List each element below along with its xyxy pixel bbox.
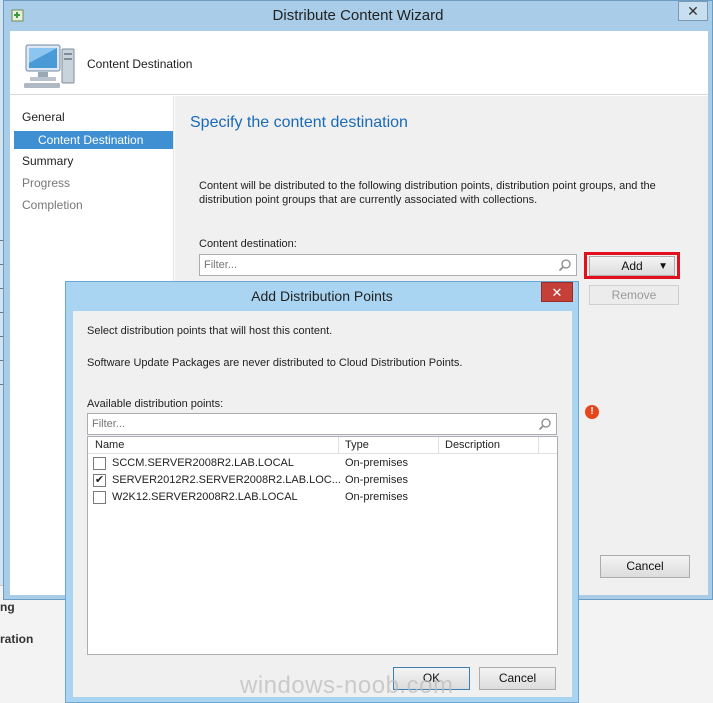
error-icon: !	[585, 405, 599, 419]
table-row[interactable]: W2K12.SERVER2008R2.LAB.LOCAL On-premises	[88, 489, 557, 506]
checkmark-icon: ✔	[94, 474, 105, 486]
wizard-titlebar[interactable]: Distribute Content Wizard ✕	[4, 1, 712, 31]
content-destination-label: Content destination:	[199, 238, 297, 250]
dialog-title: Add Distribution Points	[251, 288, 393, 304]
row-checkbox[interactable]	[93, 457, 106, 470]
destination-filter-input[interactable]	[200, 255, 576, 275]
row-checkbox[interactable]: ✔	[93, 474, 106, 487]
nav-item-summary[interactable]: Summary	[22, 154, 73, 168]
nav-item-progress: Progress	[22, 176, 71, 190]
row-type: On-premises	[345, 474, 408, 486]
wizard-header: Content Destination	[10, 31, 708, 95]
wizard-title: Distribute Content Wizard	[272, 7, 444, 24]
computer-icon	[24, 44, 75, 88]
nav-item-general[interactable]: General	[22, 110, 65, 124]
table-row[interactable]: SCCM.SERVER2008R2.LAB.LOCAL On-premises	[88, 455, 557, 472]
column-header-description[interactable]: Description	[445, 439, 500, 451]
dialog-close-button[interactable]: ✕	[541, 282, 573, 302]
add-distribution-points-dialog: Add Distribution Points ✕ Select distrib…	[65, 281, 579, 703]
column-separator[interactable]	[438, 437, 439, 454]
dialog-instruction: Select distribution points that will hos…	[87, 325, 333, 337]
row-name: SERVER2012R2.SERVER2008R2.LAB.LOC...	[112, 474, 341, 486]
dp-filter-input[interactable]	[88, 414, 556, 434]
background-text-2: ration	[0, 632, 34, 646]
list-header: Name Type Description	[88, 437, 557, 454]
wizard-cancel-button[interactable]: Cancel	[600, 555, 690, 578]
column-separator[interactable]	[538, 437, 539, 454]
remove-button[interactable]: Remove	[589, 285, 679, 305]
dropdown-arrow-icon: ▼	[658, 261, 668, 272]
table-row[interactable]: ✔ SERVER2012R2.SERVER2008R2.LAB.LOC... O…	[88, 472, 557, 489]
available-dp-label: Available distribution points:	[87, 398, 224, 410]
dialog-body: Select distribution points that will hos…	[73, 311, 572, 697]
background-text-1: ng	[0, 600, 15, 614]
add-button-label: Add	[621, 259, 643, 273]
add-button[interactable]: Add ▼	[589, 256, 675, 276]
row-checkbox[interactable]	[93, 491, 106, 504]
row-type: On-premises	[345, 491, 408, 503]
distribution-points-list[interactable]: Name Type Description SCCM.SERVER2008R2.…	[87, 436, 558, 655]
nav-item-completion: Completion	[22, 198, 83, 212]
dialog-cancel-button[interactable]: Cancel	[479, 667, 556, 690]
search-icon	[538, 418, 551, 431]
wizard-close-button[interactable]: ✕	[678, 1, 708, 21]
row-name: SCCM.SERVER2008R2.LAB.LOCAL	[112, 457, 294, 469]
page-description: Content will be distributed to the follo…	[199, 180, 656, 206]
dp-filter[interactable]	[87, 413, 557, 435]
watermark: windows-noob.com	[240, 672, 454, 699]
wizard-header-title: Content Destination	[87, 57, 193, 71]
column-separator[interactable]	[338, 437, 339, 454]
page-heading: Specify the content destination	[190, 114, 408, 131]
destination-filter[interactable]	[199, 254, 577, 276]
row-name: W2K12.SERVER2008R2.LAB.LOCAL	[112, 491, 298, 503]
dialog-note: Software Update Packages are never distr…	[87, 357, 463, 369]
row-type: On-premises	[345, 457, 408, 469]
nav-item-content-destination[interactable]: Content Destination	[14, 131, 173, 149]
search-icon	[558, 259, 571, 272]
column-header-type[interactable]: Type	[345, 439, 369, 451]
column-header-name[interactable]: Name	[95, 439, 124, 451]
